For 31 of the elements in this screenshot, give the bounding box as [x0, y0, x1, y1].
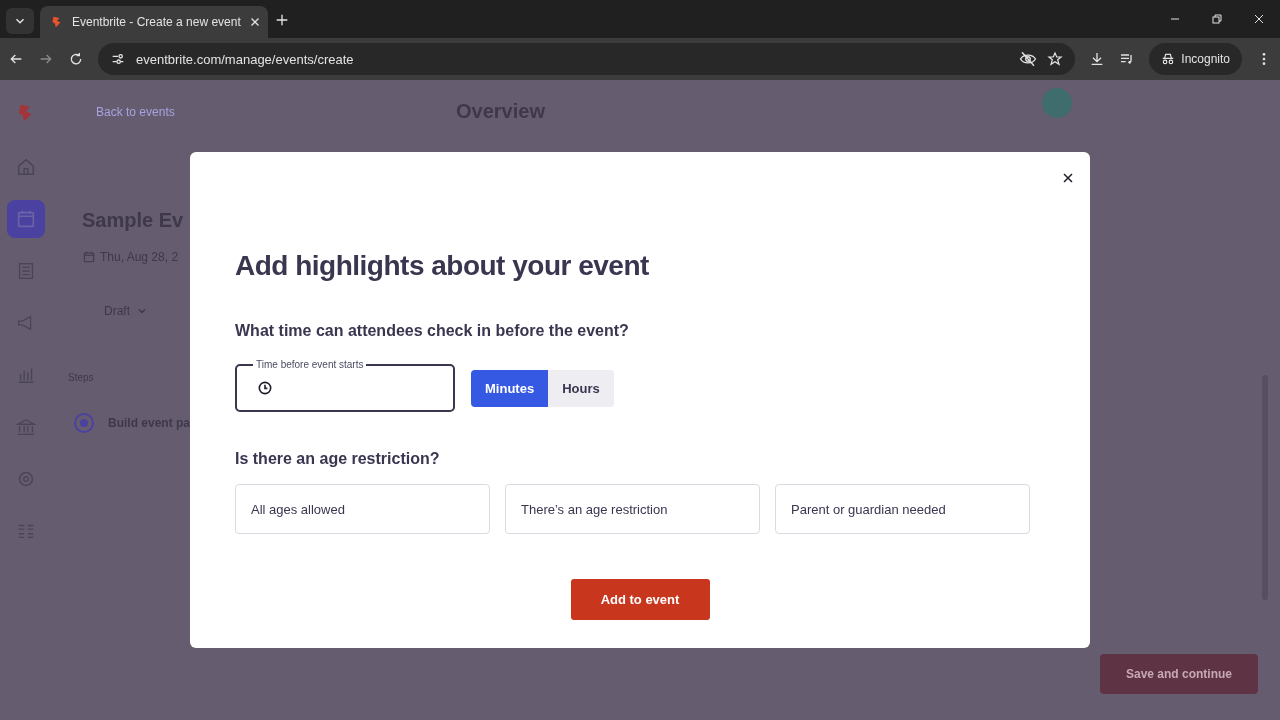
eye-slash-icon[interactable] — [1019, 50, 1038, 68]
bank-icon — [15, 416, 37, 438]
restore-icon[interactable] — [1211, 13, 1223, 25]
address-bar[interactable]: eventbrite.com/manage/events/create — [98, 43, 1076, 75]
site-settings-icon[interactable] — [110, 51, 126, 67]
reload-icon[interactable] — [68, 51, 84, 67]
clock-icon — [257, 380, 273, 396]
unit-toggle[interactable]: Minutes — [471, 369, 549, 407]
status-check-badge — [1042, 88, 1072, 118]
tab-list-button[interactable] — [6, 8, 34, 34]
modal-title: Add highlights about your event — [235, 250, 650, 282]
new-tab-icon[interactable] — [274, 12, 290, 28]
browser-tab[interactable]: Eventbrite - Create a new event — [40, 6, 268, 38]
step-radio[interactable] — [74, 413, 94, 433]
question-label: What time can attendees check in before the event? — [235, 322, 630, 340]
incognito-indicator[interactable]: Incognito — [1149, 43, 1242, 75]
star-icon[interactable] — [1047, 51, 1064, 67]
calendar-icon — [82, 250, 96, 264]
home-icon — [15, 156, 37, 178]
save-button[interactable]: Save and continue — [1100, 654, 1258, 694]
close-icon[interactable] — [1253, 13, 1265, 25]
option-card[interactable]: There’s an age restriction — [505, 484, 760, 534]
incognito-icon — [1161, 52, 1176, 66]
option-card[interactable]: Parent or guardian needed — [775, 484, 1030, 534]
question-label: Is there an age restriction? — [235, 450, 441, 468]
calendar-icon — [15, 208, 37, 230]
close-icon — [1062, 172, 1074, 184]
tab-title: Eventbrite - Create a new event — [72, 15, 241, 29]
add-to-event-button[interactable]: Add to event — [570, 579, 710, 620]
close-icon[interactable] — [248, 16, 261, 28]
option-card[interactable]: All ages allowed — [235, 484, 490, 534]
